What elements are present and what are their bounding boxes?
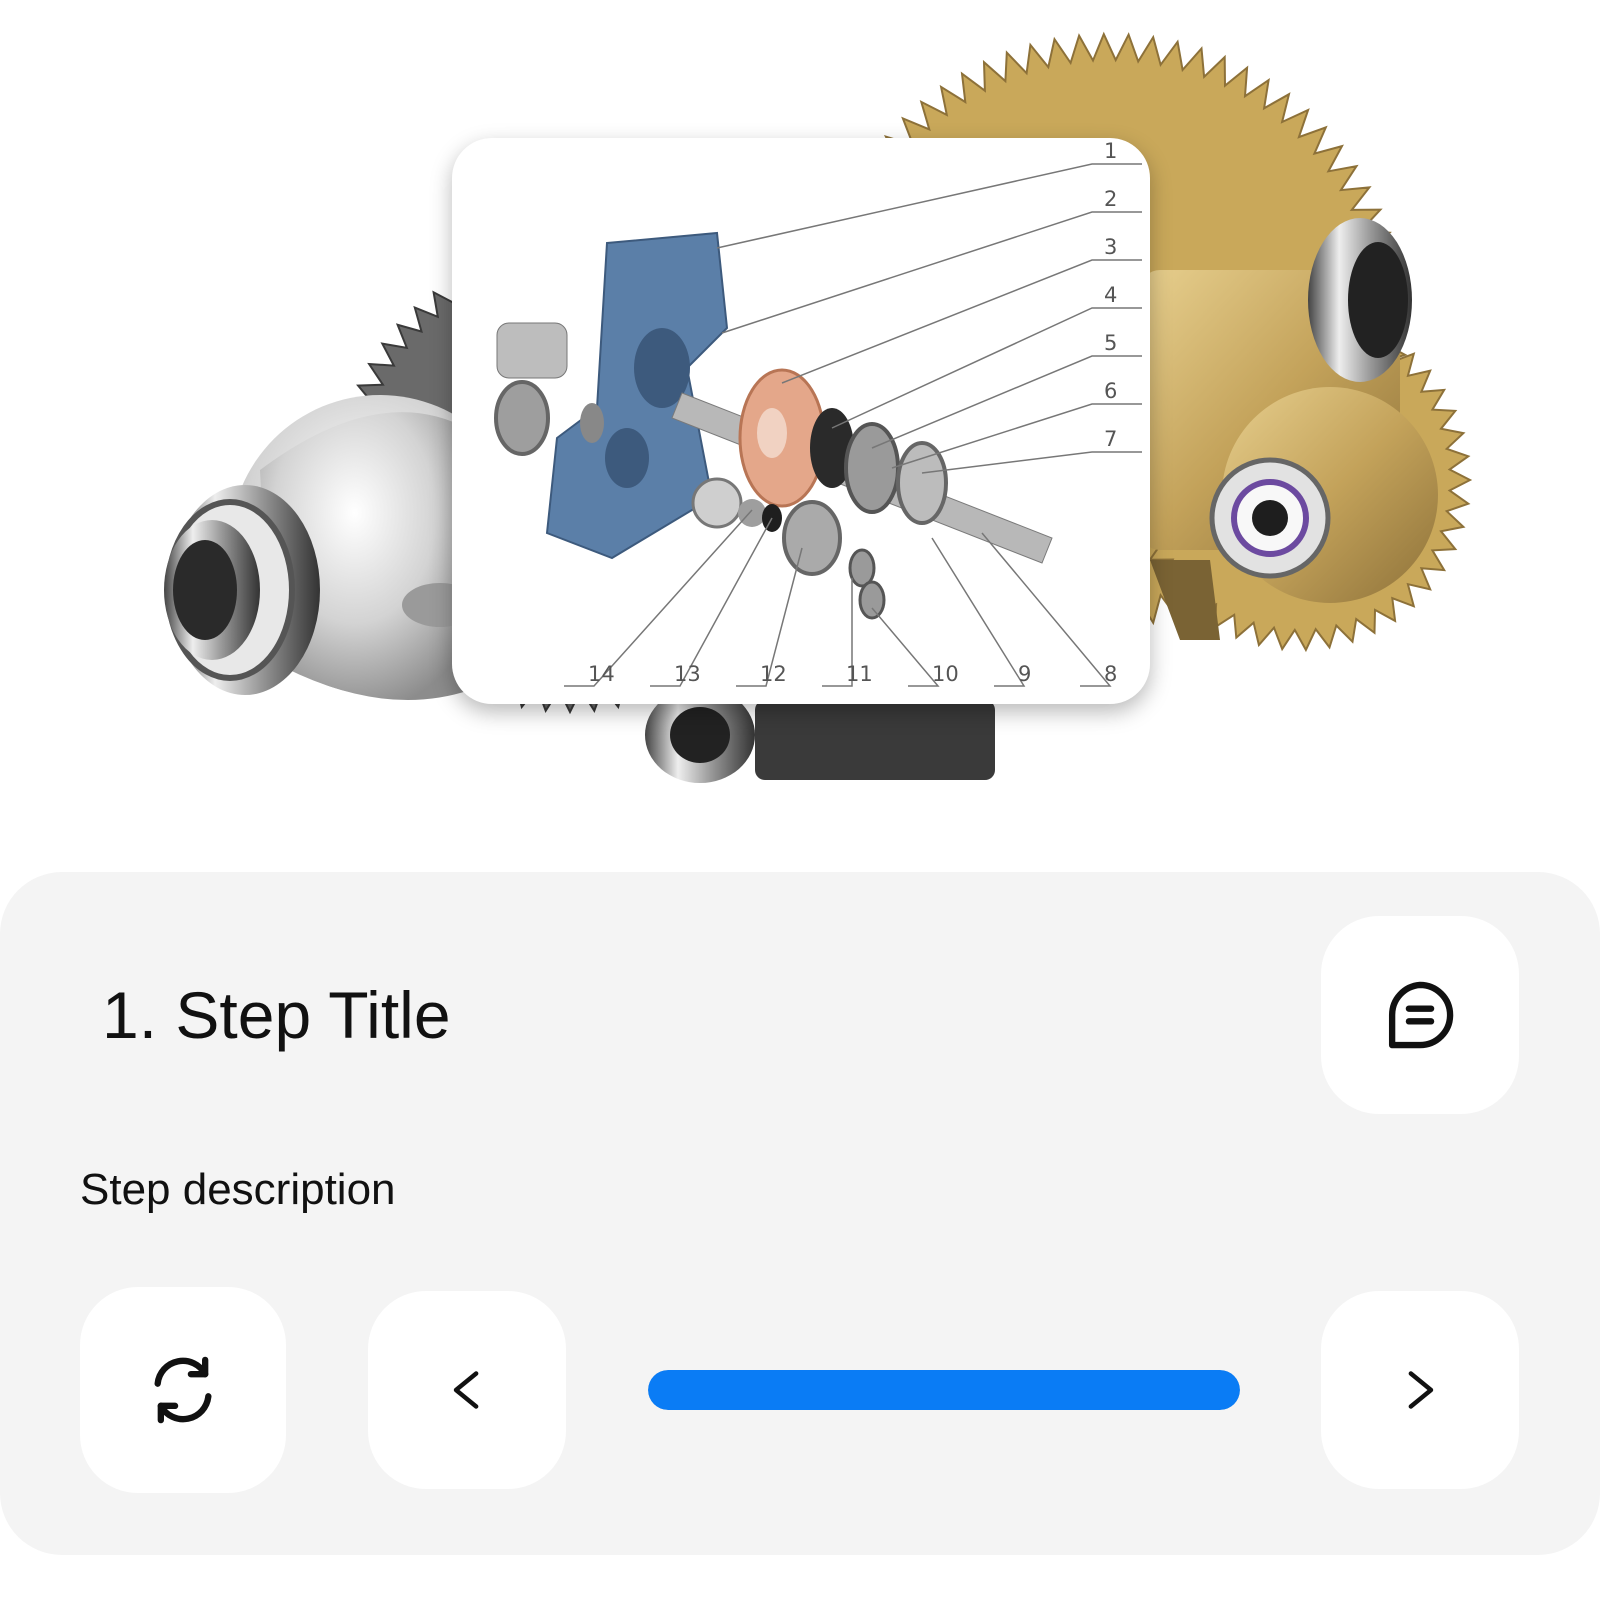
callout-number: 11 <box>846 662 873 686</box>
callout-leader-line <box>716 163 1142 249</box>
callout-leader-line <box>831 307 1142 429</box>
callout-number: 6 <box>1104 379 1117 403</box>
comment-button[interactable] <box>1321 916 1519 1114</box>
chevron-right-icon <box>1408 1371 1434 1409</box>
callout-number: 1 <box>1104 139 1117 163</box>
step-description: Step description <box>80 1165 396 1214</box>
callout-leader-line <box>921 451 1142 474</box>
callout-number: 12 <box>760 662 787 686</box>
previous-step-button[interactable] <box>368 1291 566 1489</box>
callout-number: 9 <box>1018 662 1031 686</box>
callout-number: 5 <box>1104 331 1117 355</box>
callout-leader-line <box>871 355 1142 449</box>
refresh-icon <box>154 1356 212 1424</box>
callout-number: 7 <box>1104 427 1117 451</box>
step-title: 1. Step Title <box>102 978 451 1052</box>
callout-number: 13 <box>674 662 701 686</box>
step-progress-fill <box>648 1370 1240 1410</box>
callout-number: 10 <box>932 662 959 686</box>
chevron-left-icon <box>453 1371 479 1409</box>
callout-number: 2 <box>1104 187 1117 211</box>
gold-gear-cluster <box>1140 218 1438 640</box>
callout-number: 14 <box>588 662 615 686</box>
callout-leader-line <box>981 532 1112 687</box>
exploded-diagram: 1234567891011121314 <box>494 139 1142 687</box>
callout-leader-line <box>871 607 940 687</box>
callout-number: 3 <box>1104 235 1117 259</box>
next-step-button[interactable] <box>1321 1291 1519 1489</box>
callout-leader-line <box>781 259 1142 384</box>
callout-number: 4 <box>1104 283 1117 307</box>
message-circle-icon <box>1388 981 1454 1049</box>
reset-button[interactable] <box>80 1287 286 1493</box>
callout-leader-line <box>721 211 1142 334</box>
exploded-diagram-card: 1 2 3 4 5 6 7 8 9 10 11 12 13 14 <box>452 138 1150 704</box>
callout-leader-line <box>650 517 773 687</box>
step-progress-bar <box>648 1370 1240 1410</box>
callout-number: 8 <box>1104 662 1117 686</box>
